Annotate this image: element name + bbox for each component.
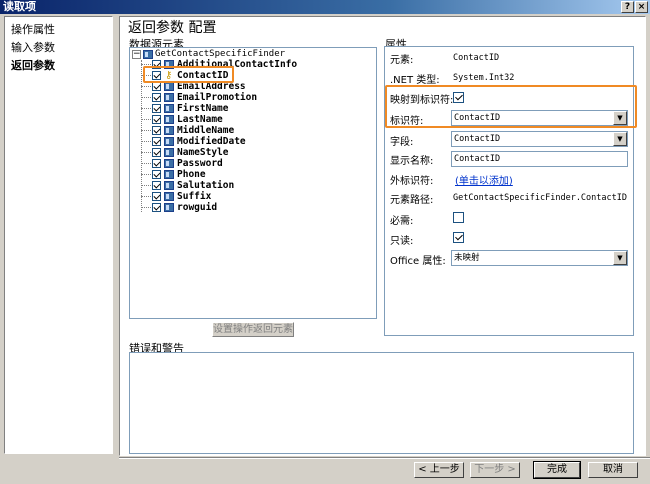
field-icon (164, 137, 174, 146)
node-checkbox[interactable] (152, 203, 161, 212)
node-checkbox[interactable] (152, 181, 161, 190)
node-checkbox[interactable] (152, 115, 161, 124)
cancel-button[interactable]: 取消 (588, 462, 638, 478)
field-icon (164, 115, 174, 124)
required-label: 必需: (390, 216, 414, 227)
field-icon (164, 203, 174, 212)
tree-node[interactable]: MiddleName (177, 125, 234, 136)
node-checkbox[interactable] (152, 82, 161, 91)
close-button[interactable]: × (635, 1, 648, 13)
required-checkbox[interactable] (453, 212, 464, 223)
title-bar: 读取项 (0, 0, 650, 14)
next-button[interactable]: 下一步 > (470, 462, 520, 478)
office-property-value: 未映射 (454, 253, 480, 263)
tree-node[interactable]: FirstName (177, 103, 228, 114)
node-checkbox[interactable] (152, 159, 161, 168)
node-checkbox[interactable] (152, 148, 161, 157)
field-icon (164, 148, 174, 157)
chevron-down-icon[interactable]: ▼ (613, 132, 627, 146)
field-icon (164, 170, 174, 179)
field-select[interactable]: ContactID ▼ (451, 131, 628, 147)
office-property-select[interactable]: 未映射 ▼ (451, 250, 628, 266)
tree-root[interactable]: GetContactSpecificFinder (155, 49, 285, 59)
errors-list[interactable] (129, 352, 634, 454)
node-checkbox[interactable] (152, 170, 161, 179)
node-checkbox[interactable] (152, 93, 161, 102)
node-checkbox[interactable] (152, 137, 161, 146)
help-button[interactable]: ? (621, 1, 634, 13)
field-icon (164, 126, 174, 135)
element-value: ContactID (453, 53, 500, 63)
bottom-separator (119, 457, 650, 459)
element-tree[interactable]: − GetContactSpecificFinder AdditionalCon… (129, 47, 377, 319)
nav-item-operation-properties[interactable]: 操作属性 (11, 21, 55, 37)
field-icon (164, 82, 174, 91)
nettype-value: System.Int32 (453, 73, 515, 83)
tree-node[interactable]: ModifiedDate (177, 136, 246, 147)
node-checkbox[interactable] (152, 192, 161, 201)
display-name-label: 显示名称: (390, 156, 434, 167)
contactid-highlight (143, 66, 234, 83)
field-label: 字段: (390, 137, 414, 148)
nettype-label: .NET 类型: (390, 75, 440, 86)
tree-node[interactable]: Password (177, 158, 223, 169)
field-value: ContactID (454, 134, 501, 144)
tree-node[interactable]: Phone (177, 169, 206, 180)
foreign-identifier-label: 外标识符: (390, 176, 434, 187)
element-path-label: 元素路径: (390, 195, 434, 206)
field-icon (164, 93, 174, 102)
field-icon (164, 192, 174, 201)
identifier-highlight (385, 85, 637, 128)
field-icon (164, 159, 174, 168)
node-checkbox[interactable] (152, 126, 161, 135)
finish-button[interactable]: 完成 (533, 461, 581, 479)
method-icon (143, 50, 153, 59)
node-checkbox[interactable] (152, 104, 161, 113)
element-label: 元素: (390, 55, 414, 66)
element-path-value: GetContactSpecificFinder.ContactID (453, 193, 627, 203)
tree-node[interactable]: EmailPromotion (177, 92, 257, 103)
field-icon (164, 104, 174, 113)
back-button[interactable]: < 上一步 (414, 462, 464, 478)
tree-node[interactable]: NameStyle (177, 147, 228, 158)
tree-node[interactable]: Suffix (177, 191, 211, 202)
tree-node[interactable]: Salutation (177, 180, 234, 191)
office-property-label: Office 属性: (390, 256, 446, 267)
field-icon (164, 181, 174, 190)
display-name-field[interactable]: ContactID (451, 151, 628, 167)
left-nav: 操作属性 输入参数 返回参数 (4, 16, 113, 454)
chevron-down-icon[interactable]: ▼ (613, 251, 627, 265)
tree-node[interactable]: LastName (177, 114, 223, 125)
tree-node[interactable]: rowguid (177, 202, 217, 213)
collapse-icon[interactable]: − (132, 50, 141, 59)
readonly-label: 只读: (390, 236, 414, 247)
window-title: 读取项 (3, 0, 36, 13)
nav-item-input-parameters[interactable]: 输入参数 (11, 39, 55, 55)
set-return-element-button[interactable]: 设置操作返回元素 (212, 322, 294, 337)
nav-item-return-parameters[interactable]: 返回参数 (11, 57, 55, 73)
page-title: 返回参数 配置 (128, 20, 217, 36)
readonly-checkbox[interactable] (453, 232, 464, 243)
add-foreign-identifier-link[interactable]: (单击以添加) (455, 172, 513, 187)
